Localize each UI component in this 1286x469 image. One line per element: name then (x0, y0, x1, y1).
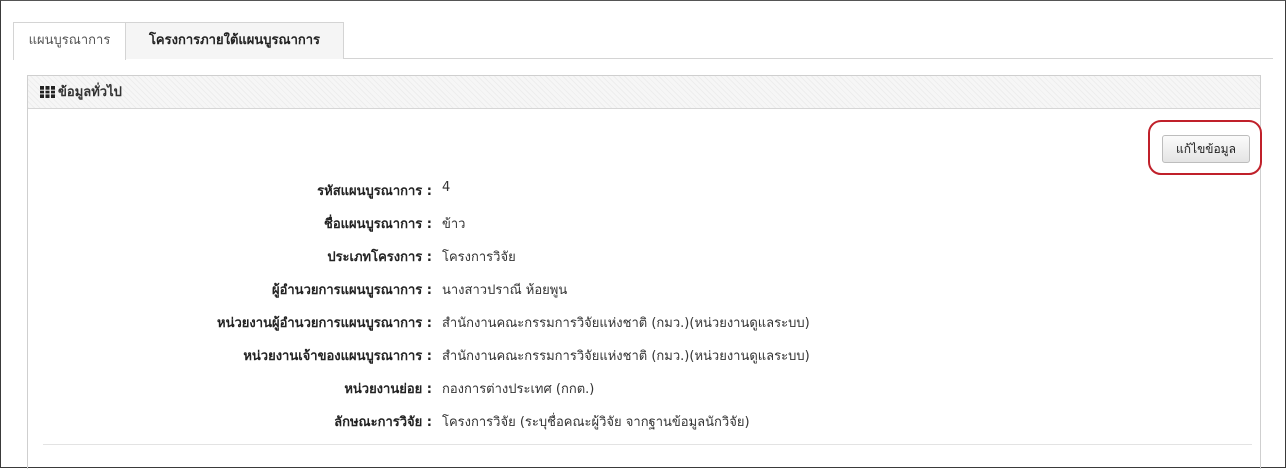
detail-row-plan-director: ผู้อำนวยการแผนบูรณาการ : นางสาวปราณี ห้อ… (28, 279, 1260, 299)
detail-value: สำนักงานคณะกรรมการวิจัยแห่งชาติ (กมว.)(ห… (442, 349, 810, 364)
tab-projects-under-plan[interactable]: โครงการภายใต้แผนบูรณาการ (125, 22, 344, 59)
panel-title: ข้อมูลทั่วไป (58, 85, 122, 100)
detail-label: ลักษณะการวิจัย : (334, 415, 432, 430)
detail-row-research-type: ลักษณะการวิจัย : โครงการวิจัย (ระบุชื่อค… (28, 411, 1260, 431)
edit-button[interactable]: แก้ไขข้อมูล (1162, 135, 1250, 163)
detail-row-director-agency: หน่วยงานผู้อำนวยการแผนบูรณาการ : สำนักงา… (28, 312, 1260, 332)
detail-value: นางสาวปราณี ห้อยพูน (442, 283, 568, 298)
table-icon (40, 86, 55, 98)
detail-value: สำนักงานคณะกรรมการวิจัยแห่งชาติ (กมว.)(ห… (442, 316, 810, 331)
panel-header: ข้อมูลทั่วไป (28, 76, 1260, 109)
divider (43, 444, 1252, 445)
detail-row-owner-agency: หน่วยงานเจ้าของแผนบูรณาการ : สำนักงานคณะ… (28, 345, 1260, 365)
general-info-panel: ข้อมูลทั่วไป แก้ไขข้อมูล รหัสแผนบูรณาการ… (27, 75, 1262, 469)
detail-label: ประเภทโครงการ : (327, 250, 432, 265)
detail-row-plan-name: ชื่อแผนบูรณาการ : ข้าว (28, 213, 1260, 233)
detail-label: ชื่อแผนบูรณาการ : (324, 217, 432, 232)
detail-value: 4 (442, 180, 451, 195)
detail-label: ผู้อำนวยการแผนบูรณาการ : (271, 283, 432, 298)
detail-label: หน่วยงานเจ้าของแผนบูรณาการ : (243, 349, 432, 364)
detail-row-sub-agency: หน่วยงานย่อย : กองการต่างประเทศ (กกต.) (28, 378, 1260, 398)
detail-row-project-type: ประเภทโครงการ : โครงการวิจัย (28, 246, 1260, 266)
detail-value: โครงการวิจัย (442, 250, 516, 265)
app-window: แผนบูรณาการ โครงการภายใต้แผนบูรณาการ ข้อ… (0, 0, 1286, 469)
tab-integrated-plan[interactable]: แผนบูรณาการ (13, 22, 126, 60)
detail-label: หน่วยงานย่อย : (344, 382, 432, 397)
detail-label: รหัสแผนบูรณาการ : (317, 184, 432, 199)
detail-row-plan-code: รหัสแผนบูรณาการ : 4 (28, 180, 1260, 200)
detail-value: กองการต่างประเทศ (กกต.) (442, 382, 595, 397)
detail-label: หน่วยงานผู้อำนวยการแผนบูรณาการ : (217, 316, 432, 331)
detail-value: ข้าว (442, 217, 466, 232)
detail-value: โครงการวิจัย (ระบุชื่อคณะผู้วิจัย จากฐาน… (442, 415, 750, 430)
tab-bar: แผนบูรณาการ โครงการภายใต้แผนบูรณาการ (13, 22, 1273, 60)
